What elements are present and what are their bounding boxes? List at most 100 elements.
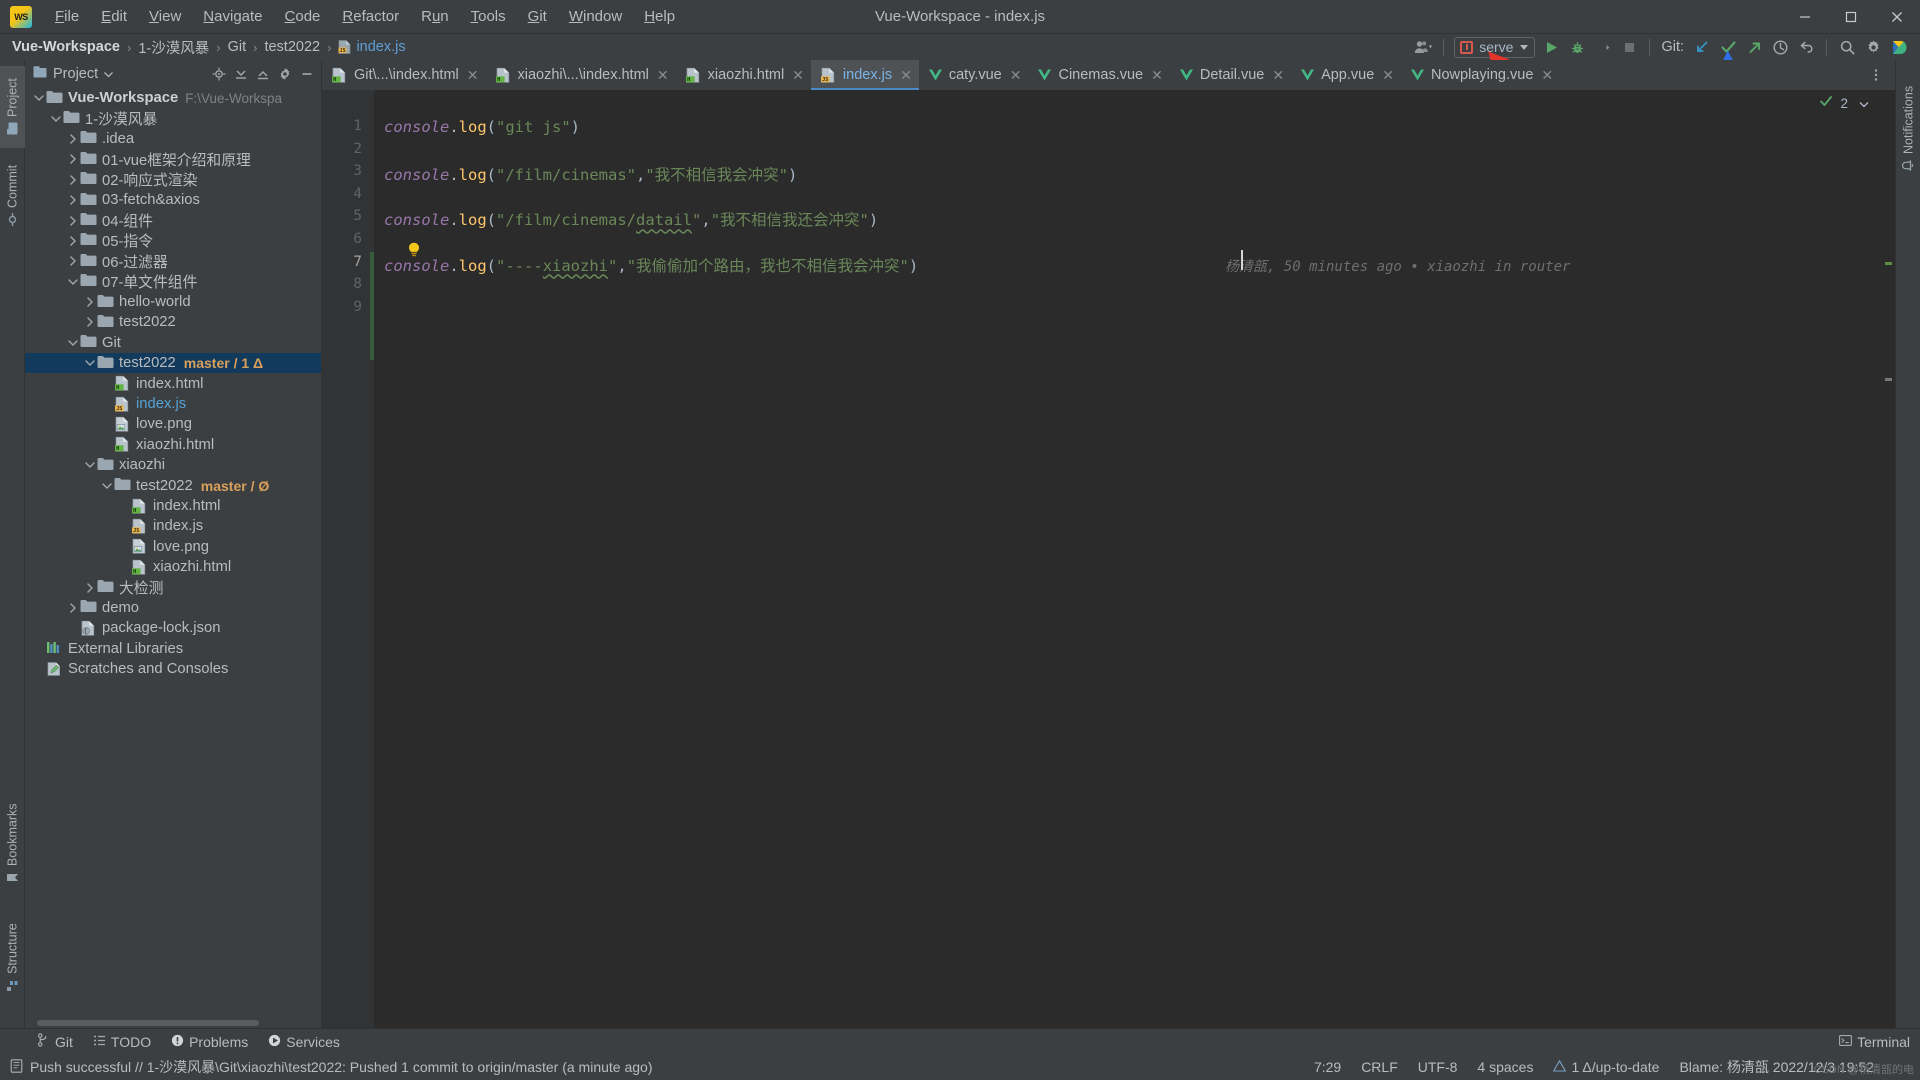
caret-position[interactable]: 7:29 <box>1304 1054 1351 1080</box>
chevron-down-icon[interactable] <box>1859 96 1869 111</box>
code-line[interactable]: console.log("/film/cinemas/datail","我不相信… <box>384 208 878 230</box>
project-tree[interactable]: Vue-WorkspaceF:\Vue-Workspa1-沙漠风暴.idea01… <box>25 87 321 1018</box>
close-icon[interactable]: ✕ <box>1010 67 1022 84</box>
chevron-down-icon[interactable] <box>82 455 97 475</box>
tree-row[interactable]: Hindex.html <box>25 373 321 393</box>
tree-row[interactable]: hello-world <box>25 292 321 312</box>
tree-row[interactable]: love.png <box>25 537 321 557</box>
run-configuration-selector[interactable]: serve <box>1454 37 1535 58</box>
editor-marker-gutter[interactable] <box>1882 90 1895 1028</box>
collapse-all-icon[interactable] <box>252 63 274 85</box>
tree-row[interactable]: demo <box>25 598 321 618</box>
tool-window-terminal[interactable]: Terminal <box>1829 1029 1920 1055</box>
chevron-right-icon[interactable] <box>82 292 97 312</box>
line-separator[interactable]: CRLF <box>1351 1054 1408 1080</box>
git-history-button[interactable] <box>1767 35 1793 59</box>
menu-help[interactable]: Help <box>633 4 686 29</box>
editor-tab[interactable]: caty.vue✕ <box>919 60 1029 90</box>
menu-git[interactable]: Git <box>517 4 558 29</box>
close-icon[interactable]: ✕ <box>900 67 912 84</box>
chevron-down-icon[interactable] <box>65 333 80 353</box>
tree-row[interactable]: test2022master / Ø <box>25 475 321 495</box>
breadcrumb-item-4[interactable]: JS index.js <box>338 39 405 55</box>
tree-row[interactable]: test2022 <box>25 312 321 332</box>
close-button[interactable] <box>1874 0 1920 34</box>
inspection-widget[interactable]: 2 <box>1820 95 1869 111</box>
chevron-right-icon[interactable] <box>65 190 80 210</box>
user-account-icon[interactable] <box>1410 35 1436 59</box>
settings-gear-icon[interactable] <box>1860 35 1886 59</box>
close-icon[interactable]: ✕ <box>792 67 804 84</box>
menu-navigate[interactable]: Navigate <box>192 4 273 29</box>
tool-window-services[interactable]: Services <box>258 1029 350 1055</box>
tree-row[interactable]: 06-过滤器 <box>25 251 321 271</box>
project-tree-hscrollbar[interactable] <box>25 1018 321 1028</box>
close-icon[interactable]: ✕ <box>1382 67 1394 84</box>
tree-row[interactable]: 1-沙漠风暴 <box>25 108 321 128</box>
code-content[interactable]: console.log("git js") console.log("/film/… <box>374 90 1895 1028</box>
code-line[interactable]: console.log("----xiaozhi","我偷偷加个路由，我也不相信… <box>384 254 918 276</box>
close-icon[interactable]: ✕ <box>1272 67 1284 84</box>
menu-refactor[interactable]: Refactor <box>331 4 410 29</box>
maximize-button[interactable] <box>1828 0 1874 34</box>
expand-all-icon[interactable] <box>230 63 252 85</box>
tool-window-notifications[interactable]: Notifications <box>1896 66 1920 192</box>
tree-row[interactable]: Hindex.html <box>25 496 321 516</box>
editor-body[interactable]: 123456789 console.log("git js")console.l… <box>322 90 1895 1028</box>
tree-row[interactable]: Hxiaozhi.html <box>25 435 321 455</box>
chevron-down-icon[interactable] <box>99 476 114 496</box>
tree-row[interactable]: 02-响应式渲染 <box>25 170 321 190</box>
chevron-right-icon[interactable] <box>65 251 80 271</box>
tree-row[interactable]: JSindex.js <box>25 516 321 536</box>
close-icon[interactable]: ✕ <box>467 67 479 84</box>
tree-row[interactable]: Hxiaozhi.html <box>25 557 321 577</box>
chevron-down-icon[interactable] <box>65 272 80 292</box>
editor-tab[interactable]: App.vue✕ <box>1291 60 1401 90</box>
status-message[interactable]: Push successful // 1-沙漠风暴\Git\xiaozhi\te… <box>0 1057 652 1077</box>
menu-window[interactable]: Window <box>558 4 633 29</box>
debug-button[interactable] <box>1564 35 1590 59</box>
git-commit-button[interactable] <box>1715 35 1741 59</box>
editor-tab[interactable]: Cinemas.vue✕ <box>1028 60 1169 90</box>
run-with-coverage-button[interactable] <box>1590 35 1616 59</box>
tree-row[interactable]: xiaozhi <box>25 455 321 475</box>
tool-window-todo[interactable]: TODO <box>83 1029 161 1055</box>
chevron-right-icon[interactable] <box>65 149 80 169</box>
project-panel-title[interactable]: Project <box>33 65 113 83</box>
menu-view[interactable]: View <box>138 4 192 29</box>
chevron-right-icon[interactable] <box>65 231 80 251</box>
chevron-right-icon[interactable] <box>82 578 97 598</box>
menu-code[interactable]: Code <box>274 4 332 29</box>
git-update-project-button[interactable] <box>1689 35 1715 59</box>
chevron-right-icon[interactable] <box>65 598 80 618</box>
tool-window-git[interactable]: Git <box>27 1029 83 1055</box>
settings-gear-icon[interactable] <box>274 63 296 85</box>
menu-edit[interactable]: Edit <box>90 4 138 29</box>
minimize-button[interactable] <box>1782 0 1828 34</box>
tree-row[interactable]: External Libraries <box>25 639 321 659</box>
tool-window-commit[interactable]: Commit <box>0 156 25 234</box>
tree-row[interactable]: 04-组件 <box>25 210 321 230</box>
tool-window-structure[interactable]: Structure <box>0 906 25 1010</box>
chevron-right-icon[interactable] <box>65 170 80 190</box>
search-everywhere-icon[interactable] <box>1834 35 1860 59</box>
locate-icon[interactable] <box>208 63 230 85</box>
tree-row[interactable]: test2022master / 1 Δ <box>25 353 321 373</box>
git-rollback-button[interactable] <box>1793 35 1819 59</box>
tree-row[interactable]: package-lock.json <box>25 618 321 638</box>
chevron-right-icon[interactable] <box>65 129 80 149</box>
close-icon[interactable]: ✕ <box>657 67 669 84</box>
code-line[interactable]: console.log("git js") <box>384 118 580 136</box>
breadcrumb-item-3[interactable]: test2022 <box>264 39 320 55</box>
tree-row[interactable]: Git <box>25 333 321 353</box>
tree-row[interactable]: 01-vue框架介绍和原理 <box>25 149 321 169</box>
editor-tab[interactable]: Detail.vue✕ <box>1170 60 1291 90</box>
breadcrumb-item-2[interactable]: Git <box>228 39 247 55</box>
editor-tab[interactable]: Hxiaozhi\...\index.html✕ <box>486 60 676 90</box>
chevron-down-icon[interactable] <box>82 353 97 373</box>
menu-run[interactable]: Run <box>410 4 460 29</box>
tree-row[interactable]: 05-指令 <box>25 231 321 251</box>
run-button[interactable] <box>1538 35 1564 59</box>
tree-row[interactable]: 03-fetch&axios <box>25 190 321 210</box>
intention-bulb-icon[interactable] <box>407 242 421 258</box>
